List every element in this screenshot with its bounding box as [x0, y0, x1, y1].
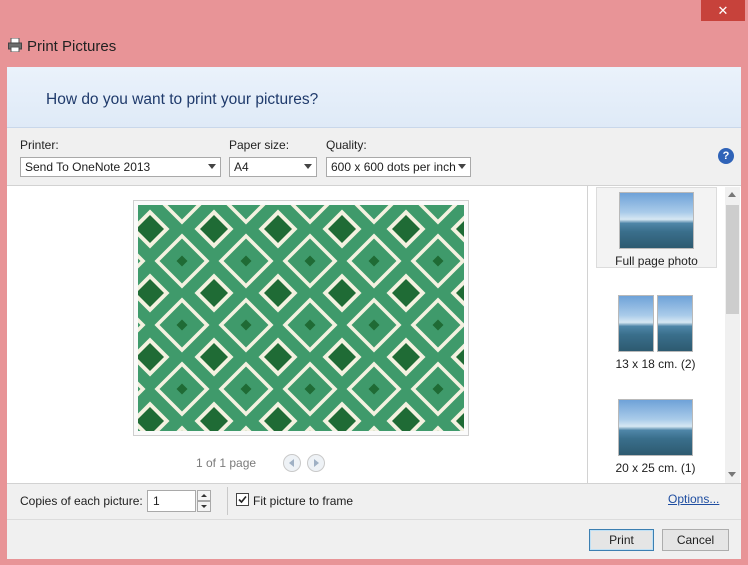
dialog-client: How do you want to print your pictures? … [7, 67, 741, 559]
next-page-button[interactable] [307, 454, 325, 472]
print-button[interactable]: Print [589, 529, 654, 551]
fit-to-frame-label: Fit picture to frame [253, 494, 354, 508]
help-icon[interactable]: ? [718, 148, 734, 164]
paper-size-value: A4 [234, 160, 249, 174]
layout-item-20x25[interactable]: 20 x 25 cm. (1) [596, 395, 717, 476]
chevron-down-icon [458, 164, 466, 169]
chevron-down-icon [208, 164, 216, 169]
options-link[interactable]: Options... [668, 492, 719, 506]
preview-panel: 1 of 1 page [7, 186, 587, 483]
paper-size-label: Paper size: [229, 138, 290, 152]
preview-page [133, 200, 469, 436]
layout-item-full-page[interactable]: Full page photo [596, 187, 717, 268]
dialog-header: How do you want to print your pictures? [7, 67, 741, 128]
layout-item-13x18[interactable]: 13 x 18 cm. (2) [596, 291, 717, 372]
preview-image [138, 205, 464, 431]
layout-label: 13 x 18 cm. (2) [615, 357, 696, 371]
options-bar: Copies of each picture: 1 Fit picture to… [7, 483, 741, 520]
close-button[interactable]: ✕ [701, 0, 745, 21]
chevron-down-icon [201, 505, 207, 508]
previous-page-button[interactable] [283, 454, 301, 472]
increment-button[interactable] [197, 490, 211, 501]
title-bar: Print Pictures [0, 0, 748, 66]
quality-value: 600 x 600 dots per inch [331, 160, 456, 174]
chevron-right-icon [314, 459, 319, 467]
layout-thumbnail [618, 399, 693, 456]
layout-list: Full page photo 13 x 18 cm. (2) 20 x 25 … [587, 186, 741, 483]
quality-label: Quality: [326, 138, 367, 152]
window-title: Print Pictures [27, 38, 117, 55]
paper-size-select[interactable]: A4 [229, 157, 317, 177]
fit-to-frame-checkbox[interactable] [236, 493, 249, 506]
cancel-button[interactable]: Cancel [662, 529, 729, 551]
layout-thumbnail [618, 295, 654, 352]
header-question: How do you want to print your pictures? [46, 91, 319, 108]
copies-label: Copies of each picture: [20, 494, 143, 508]
printer-select[interactable]: Send To OneNote 2013 [20, 157, 221, 177]
scrollbar-thumb[interactable] [726, 205, 739, 314]
printer-label: Printer: [20, 138, 59, 152]
copies-input[interactable]: 1 [147, 490, 196, 512]
printer-value: Send To OneNote 2013 [25, 160, 151, 174]
quality-select[interactable]: 600 x 600 dots per inch [326, 157, 471, 177]
scroll-down-icon[interactable] [728, 472, 736, 477]
layout-scrollbar[interactable] [725, 187, 740, 483]
scroll-up-icon[interactable] [728, 192, 736, 197]
chevron-up-icon [201, 494, 207, 497]
layout-label: Full page photo [615, 254, 698, 268]
chevron-down-icon [304, 164, 312, 169]
page-info: 1 of 1 page [196, 456, 257, 470]
checkmark-icon [238, 495, 247, 504]
printer-icon [8, 38, 22, 52]
layout-label: 20 x 25 cm. (1) [615, 461, 696, 475]
chevron-left-icon [289, 459, 294, 467]
button-bar: Print Cancel [7, 519, 741, 559]
decrement-button[interactable] [197, 501, 211, 512]
copies-stepper[interactable] [197, 490, 211, 512]
layout-thumbnail [657, 295, 693, 352]
divider [227, 487, 228, 515]
layout-thumbnail [619, 192, 694, 249]
